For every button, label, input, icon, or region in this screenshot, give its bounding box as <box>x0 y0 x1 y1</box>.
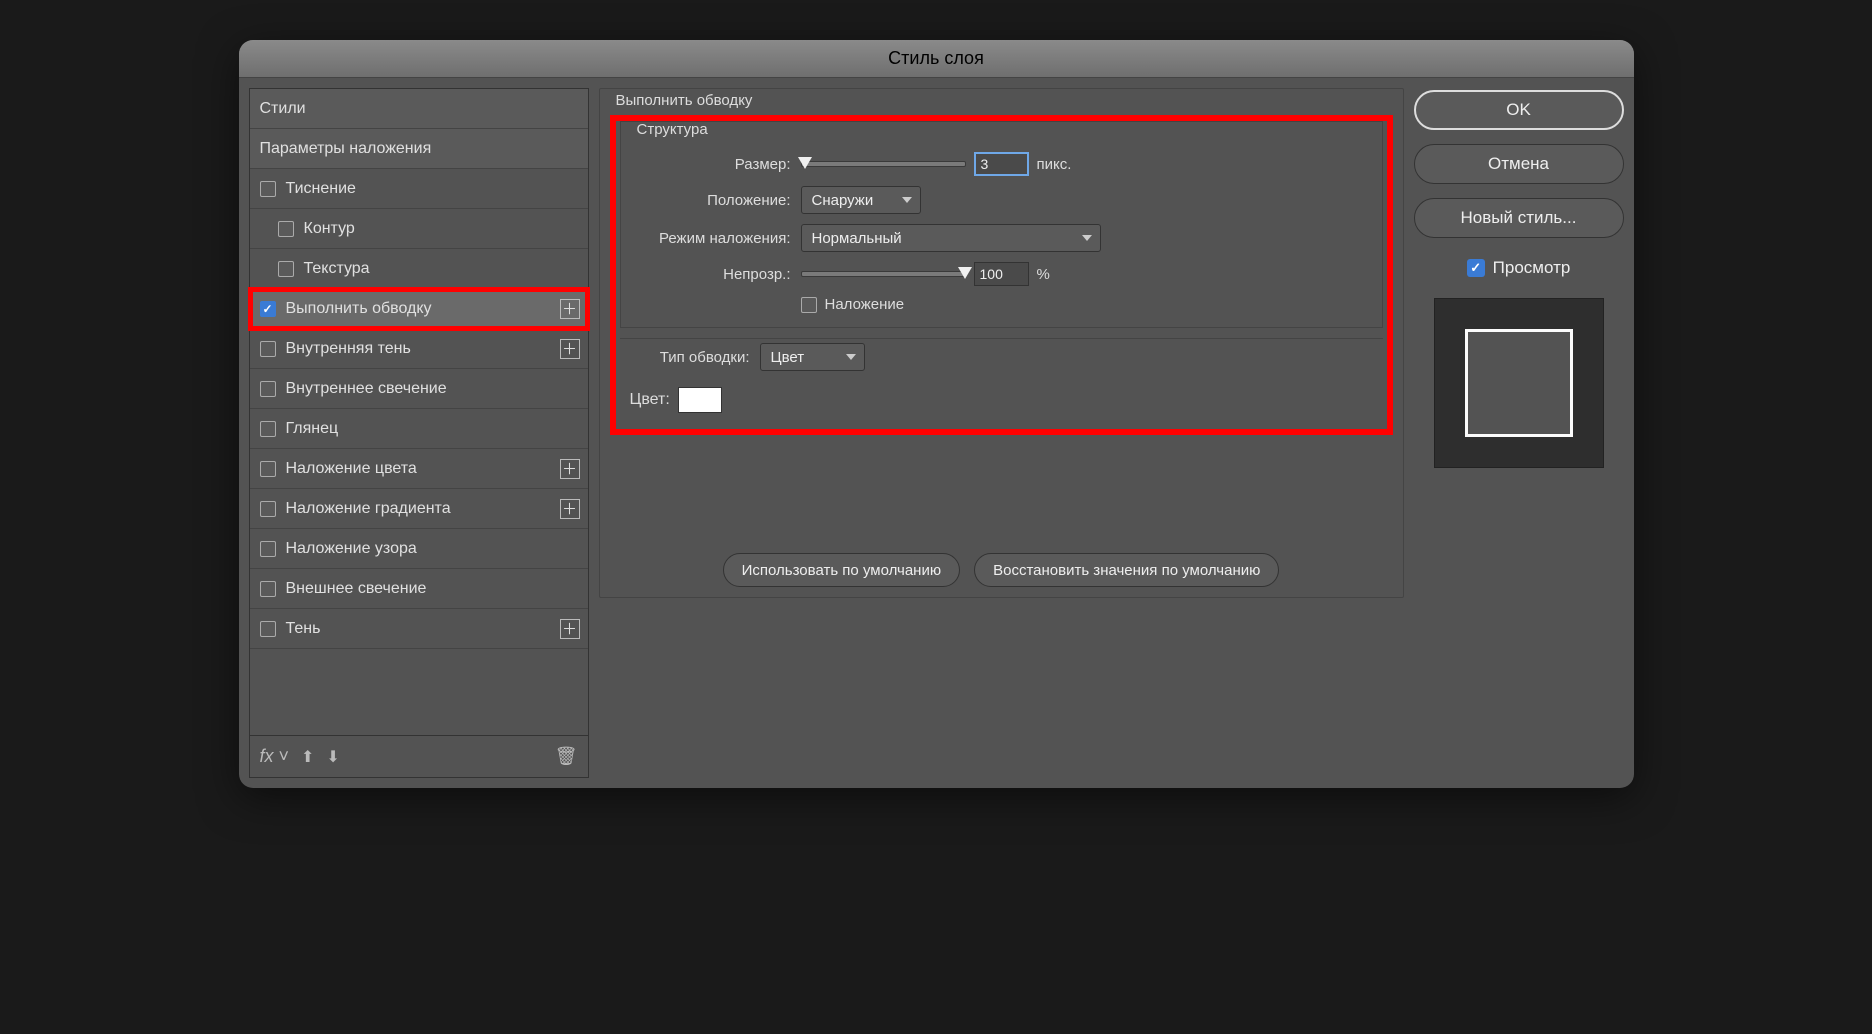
checkbox-icon[interactable] <box>260 501 276 517</box>
checkbox-icon[interactable] <box>260 421 276 437</box>
blendmode-label: Режим наложения: <box>631 230 801 247</box>
sidebar-item-inner-shadow[interactable]: Внутренняя тень＋ <box>250 329 588 369</box>
checkbox-icon[interactable] <box>260 341 276 357</box>
checkbox-icon[interactable] <box>260 581 276 597</box>
panel-title: Выполнить обводку <box>610 92 759 109</box>
filltype-select[interactable]: Цвет <box>760 343 865 371</box>
filltype-group: Тип обводки: Цвет Цвет: <box>620 338 1383 425</box>
opacity-row: Непрозр.: % <box>631 262 1372 286</box>
opacity-input[interactable] <box>974 262 1029 286</box>
checkbox-icon <box>801 297 817 313</box>
checkbox-icon[interactable] <box>278 221 294 237</box>
filltype-row: Тип обводки: Цвет <box>630 343 1373 371</box>
opacity-label: Непрозр.: <box>631 266 801 283</box>
sidebar-item-texture[interactable]: Текстура <box>250 249 588 289</box>
preview-label: Просмотр <box>1493 258 1571 278</box>
position-label: Положение: <box>631 192 801 209</box>
settings-panel: Выполнить обводку Структура Размер: пикс… <box>599 88 1404 778</box>
color-swatch[interactable] <box>678 387 722 413</box>
structure-legend: Структура <box>631 121 714 138</box>
sidebar-item-outer-glow[interactable]: Внешнее свечение <box>250 569 588 609</box>
sidebar-item-stroke[interactable]: Выполнить обводку＋ <box>250 289 588 329</box>
sidebar-item-contour[interactable]: Контур <box>250 209 588 249</box>
action-panel: OK Отмена Новый стиль... ✓ Просмотр <box>1414 88 1624 778</box>
spacer <box>610 435 1393 545</box>
sidebar-item-inner-glow[interactable]: Внутреннее свечение <box>250 369 588 409</box>
blendmode-select[interactable]: Нормальный <box>801 224 1101 252</box>
layer-style-dialog: Стиль слоя Стили Параметры наложения Тис… <box>239 40 1634 788</box>
position-row: Положение: Снаружи <box>631 186 1372 214</box>
sidebar-item-drop-shadow[interactable]: Тень＋ <box>250 609 588 649</box>
color-row: Цвет: <box>630 387 1373 413</box>
size-input[interactable] <box>974 152 1029 176</box>
move-up-icon[interactable]: ⬆ <box>301 747 314 767</box>
add-effect-icon[interactable]: ＋ <box>560 459 580 479</box>
cancel-button[interactable]: Отмена <box>1414 144 1624 184</box>
new-style-button[interactable]: Новый стиль... <box>1414 198 1624 238</box>
size-unit: пикс. <box>1037 156 1072 173</box>
sidebar-item-satin[interactable]: Глянец <box>250 409 588 449</box>
size-label: Размер: <box>631 156 801 173</box>
checkbox-icon[interactable] <box>260 181 276 197</box>
ok-button[interactable]: OK <box>1414 90 1624 130</box>
checkbox-icon[interactable] <box>260 381 276 397</box>
overprint-row: Наложение <box>631 296 1372 313</box>
reset-default-button[interactable]: Восстановить значения по умолчанию <box>974 553 1279 587</box>
dialog-body: Стили Параметры наложения Тиснение Конту… <box>239 78 1634 788</box>
add-effect-icon[interactable]: ＋ <box>560 619 580 639</box>
preview-shape <box>1465 329 1573 437</box>
dialog-title: Стиль слоя <box>888 48 984 69</box>
opacity-unit: % <box>1037 266 1050 283</box>
opacity-slider[interactable] <box>801 271 966 277</box>
filltype-label: Тип обводки: <box>630 349 760 366</box>
preview-canvas <box>1434 298 1604 468</box>
checkbox-icon[interactable] <box>278 261 294 277</box>
checkbox-icon[interactable] <box>260 621 276 637</box>
checkbox-icon: ✓ <box>1467 259 1485 277</box>
sidebar-item-color-overlay[interactable]: Наложение цвета＋ <box>250 449 588 489</box>
overprint-checkbox[interactable]: Наложение <box>801 296 905 313</box>
add-effect-icon[interactable]: ＋ <box>560 339 580 359</box>
size-slider[interactable] <box>801 161 966 167</box>
preview-checkbox-row[interactable]: ✓ Просмотр <box>1414 258 1624 278</box>
highlighted-settings: Структура Размер: пикс. Положение: Снару… <box>610 115 1393 435</box>
checkbox-icon[interactable] <box>260 541 276 557</box>
color-label: Цвет: <box>630 391 670 409</box>
checkbox-icon[interactable] <box>260 461 276 477</box>
blendmode-row: Режим наложения: Нормальный <box>631 224 1372 252</box>
move-down-icon[interactable]: ⬇ <box>326 747 339 767</box>
add-effect-icon[interactable]: ＋ <box>560 499 580 519</box>
add-effect-icon[interactable]: ＋ <box>560 299 580 319</box>
stroke-fieldset: Выполнить обводку Структура Размер: пикс… <box>599 88 1404 598</box>
position-select[interactable]: Снаружи <box>801 186 921 214</box>
sidebar-footer: fx ˅ ⬆ ⬇ 🗑 <box>249 736 589 778</box>
dialog-titlebar[interactable]: Стиль слоя <box>239 40 1634 78</box>
styles-list: Стили Параметры наложения Тиснение Конту… <box>249 88 589 736</box>
checkbox-icon[interactable] <box>260 301 276 317</box>
sidebar-blending-options[interactable]: Параметры наложения <box>250 129 588 169</box>
sidebar-item-emboss[interactable]: Тиснение <box>250 169 588 209</box>
sidebar-item-pattern-overlay[interactable]: Наложение узора <box>250 529 588 569</box>
slider-thumb-icon[interactable] <box>958 267 972 279</box>
styles-sidebar: Стили Параметры наложения Тиснение Конту… <box>249 88 589 778</box>
sidebar-styles-header[interactable]: Стили <box>250 89 588 129</box>
fx-menu-icon[interactable]: fx ˅ <box>260 746 290 767</box>
structure-group: Структура Размер: пикс. Положение: Снару… <box>620 121 1383 328</box>
sidebar-item-gradient-overlay[interactable]: Наложение градиента＋ <box>250 489 588 529</box>
slider-thumb-icon[interactable] <box>798 157 812 169</box>
size-row: Размер: пикс. <box>631 152 1372 176</box>
default-buttons-row: Использовать по умолчанию Восстановить з… <box>610 553 1393 587</box>
make-default-button[interactable]: Использовать по умолчанию <box>723 553 960 587</box>
trash-icon[interactable]: 🗑 <box>555 746 578 767</box>
